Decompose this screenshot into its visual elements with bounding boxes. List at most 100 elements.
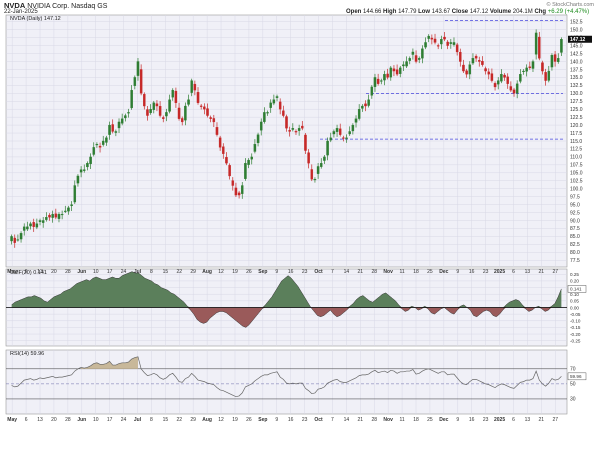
candle-body <box>146 109 149 116</box>
candle-body <box>83 169 86 171</box>
x-tick-label-bottom: Aug <box>202 417 212 423</box>
x-tick-label-bottom: 13 <box>525 417 531 423</box>
candle-body <box>430 37 434 40</box>
price-y-tick-label: 92.5 <box>570 210 580 216</box>
candle-body <box>557 58 560 62</box>
candle-body <box>120 118 124 124</box>
x-tick-label-top: Sep <box>258 269 267 275</box>
candle-body <box>304 134 307 151</box>
candle-body <box>228 165 231 177</box>
x-tick-label-top: Oct <box>314 269 323 275</box>
candle-body <box>541 62 544 72</box>
candle-body <box>395 69 399 75</box>
candle-body <box>294 131 298 133</box>
candle-body <box>149 109 152 114</box>
cmf-y-tick-label: 0.25 <box>570 272 579 277</box>
candle-body <box>278 101 282 110</box>
candle-body <box>114 131 118 133</box>
x-tick-label-bottom: 18 <box>413 417 419 423</box>
candle-body <box>45 217 48 220</box>
price-y-tick-label: 150.0 <box>570 28 583 34</box>
x-tick-label-top: 9 <box>275 269 278 275</box>
candle-body <box>354 118 358 123</box>
x-tick-label-top: 22 <box>176 269 182 275</box>
cmf-y-tick-label: -0.15 <box>570 325 581 330</box>
candle-body <box>459 51 462 62</box>
low-value: 143.67 <box>431 9 451 15</box>
x-tick-label-bottom: 10 <box>93 417 99 423</box>
price-y-tick-label: 107.5 <box>570 163 583 169</box>
x-tick-label-top: 17 <box>107 269 113 275</box>
price-y-tick-label: 120.0 <box>570 123 583 129</box>
candle-body <box>329 137 332 141</box>
candle-body <box>335 128 339 132</box>
price-last-value: 147.12 <box>570 37 586 43</box>
x-tick-label-top: 10 <box>93 269 99 275</box>
candle-body <box>465 70 468 75</box>
candle-body <box>225 157 228 164</box>
candle-body <box>443 36 446 40</box>
chart-date: 22-Jan-2025 <box>4 9 38 15</box>
x-tick-label-bottom: 20 <box>51 417 57 423</box>
x-tick-label-top: Aug <box>202 269 212 275</box>
candle-body <box>307 152 310 164</box>
candle-body <box>478 60 481 62</box>
candle-body <box>376 78 380 84</box>
cmf-y-tick-label: -0.10 <box>570 319 581 324</box>
x-tick-label-bottom: Sep <box>258 417 267 423</box>
price-y-tick-label: 110.0 <box>570 155 582 161</box>
candle-body <box>244 163 247 179</box>
candle-body <box>493 83 497 88</box>
open-value: 144.66 <box>363 9 382 15</box>
price-y-tick-label: 87.5 <box>570 226 580 232</box>
x-tick-label-bottom: 14 <box>344 417 350 423</box>
price-y-tick-label: 152.5 <box>570 20 583 26</box>
candle-body <box>272 99 276 104</box>
candle-body <box>73 185 77 203</box>
x-tick-label-top: 7 <box>331 269 334 275</box>
candle-body <box>247 159 250 165</box>
candle-body <box>449 42 453 44</box>
x-tick-label-top: 8 <box>150 269 153 275</box>
volume-value: 204.1M <box>512 9 533 15</box>
candle-body <box>199 105 203 107</box>
candle-body <box>282 110 285 116</box>
candle-body <box>553 54 557 62</box>
cmf-y-tick-label: 0.00 <box>570 305 579 310</box>
x-tick-label-bottom: 16 <box>469 417 475 423</box>
candle-body <box>127 112 130 114</box>
rsi-last-value: 59.96 <box>570 374 582 379</box>
candle-body <box>399 67 402 74</box>
x-tick-label-bottom: 6 <box>25 417 28 423</box>
x-tick-label-bottom: 15 <box>163 417 169 423</box>
candle-body <box>32 222 35 227</box>
cmf-y-tick-label: -0.25 <box>570 338 581 343</box>
cmf-y-tick-label: 0.05 <box>570 299 579 304</box>
x-tick-label-bottom: 21 <box>539 417 545 423</box>
candle-body <box>351 124 355 132</box>
x-tick-label-bottom: 23 <box>302 417 308 423</box>
candle-body <box>266 112 269 114</box>
candle-body <box>35 223 39 228</box>
candle-body <box>184 105 187 121</box>
candle-body <box>500 74 503 82</box>
low-label: Low <box>418 9 431 15</box>
x-tick-label-top: 6 <box>512 269 515 275</box>
candle-body <box>95 144 99 146</box>
candle-body <box>22 226 26 231</box>
candle-body <box>440 39 443 45</box>
x-tick-label-bottom: 9 <box>456 417 459 423</box>
candle-body <box>98 145 102 148</box>
candle-body <box>528 66 532 69</box>
candle-body <box>357 109 361 119</box>
price-y-tick-label: 127.5 <box>570 99 583 105</box>
x-tick-label-top: 16 <box>469 269 475 275</box>
price-y-tick-label: 105.0 <box>570 171 583 177</box>
quote-row: Open 144.66 High 147.79 Low 143.67 Close… <box>346 9 589 15</box>
candle-body <box>190 80 193 93</box>
x-tick-label-top: 28 <box>371 269 377 275</box>
x-tick-label-top: 27 <box>552 269 558 275</box>
candle-body <box>187 99 190 105</box>
x-tick-label-top: 28 <box>65 269 71 275</box>
price-y-tick-label: 145.0 <box>570 43 583 49</box>
